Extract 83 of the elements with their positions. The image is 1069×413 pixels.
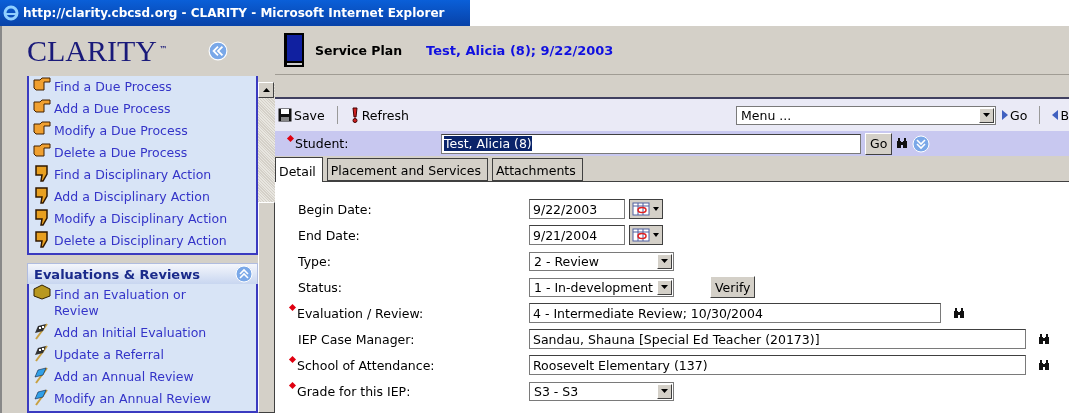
thumbs-down-icon bbox=[33, 164, 51, 183]
menu-link[interactable]: Delete a Disciplinary Action bbox=[33, 230, 256, 253]
trademark-mark: ™ bbox=[159, 45, 167, 55]
go-button[interactable]: Go bbox=[1002, 107, 1028, 123]
select-field[interactable]: 2 - Review bbox=[529, 251, 674, 271]
dropdown-icon[interactable] bbox=[661, 389, 668, 393]
thumbs-down-icon bbox=[33, 230, 51, 249]
dropdown-icon[interactable] bbox=[983, 113, 991, 117]
menu-link[interactable]: Delete a Due Process bbox=[33, 142, 256, 165]
date-field[interactable]: 9/22/2003 bbox=[529, 199, 625, 219]
book-icon bbox=[283, 32, 305, 68]
menu-link[interactable]: Modify an Annual Review bbox=[33, 388, 256, 410]
menu-link[interactable]: Find a Disciplinary Action bbox=[33, 164, 256, 187]
menu-link[interactable]: Add a Disciplinary Action bbox=[33, 186, 256, 209]
binoculars-icon[interactable] bbox=[953, 307, 965, 319]
field-label: Student: bbox=[295, 136, 349, 151]
binoculars-icon[interactable] bbox=[1038, 359, 1050, 371]
page-subtitle: Test, Alicia (8); 9/22/2003 bbox=[426, 42, 614, 58]
logo: CLARITY bbox=[27, 34, 157, 69]
menu-link[interactable]: Modify a Disciplinary Action bbox=[33, 208, 256, 231]
pointing-hand-icon bbox=[33, 98, 51, 115]
page-title: Service Plan bbox=[315, 42, 403, 58]
select-field[interactable]: S3 - S3 bbox=[529, 381, 674, 401]
menu-link[interactable]: Update a Referral bbox=[33, 344, 256, 366]
menu-link[interactable]: Find an Evaluation or Review bbox=[33, 284, 256, 322]
calendar-icon[interactable] bbox=[629, 199, 663, 219]
field-label: Grade for this IEP: bbox=[297, 383, 411, 399]
required-mark bbox=[286, 134, 295, 142]
field-label: IEP Case Manager: bbox=[298, 331, 415, 347]
menu-link[interactable]: Modify a Due Process bbox=[33, 120, 256, 143]
field-label: End Date: bbox=[298, 227, 360, 243]
go-button[interactable]: Go bbox=[865, 132, 893, 155]
thumbs-down-icon bbox=[33, 208, 51, 227]
up-arrow-icon bbox=[262, 88, 270, 92]
scrollbar[interactable] bbox=[258, 82, 275, 413]
binoculars-icon[interactable] bbox=[896, 138, 909, 149]
flag-icon bbox=[33, 366, 51, 384]
section-title: Evaluations & Reviews bbox=[34, 266, 200, 282]
tab[interactable]: Detail bbox=[275, 157, 323, 182]
text-field[interactable]: Roosevelt Elementary (137) bbox=[529, 355, 1026, 375]
field-label: Evaluation / Review: bbox=[297, 305, 424, 321]
student-field[interactable]: Test, Alicia (8) bbox=[441, 133, 861, 154]
tab[interactable]: Placement and Services bbox=[326, 158, 488, 181]
menu-link[interactable]: Add an Initial Evaluation bbox=[33, 322, 256, 344]
section-header[interactable]: Evaluations & Reviews bbox=[27, 263, 258, 284]
window-title: http://clarity.cbcsd.org - CLARITY - Microsoft Internet Explorer bbox=[23, 6, 445, 20]
menu-link[interactable]: Find a Due Process bbox=[33, 76, 256, 99]
required-mark bbox=[288, 381, 297, 390]
save-button[interactable]: Save bbox=[278, 107, 325, 123]
required-mark bbox=[288, 355, 297, 364]
browser-icon bbox=[3, 5, 19, 21]
dropdown-icon[interactable] bbox=[661, 259, 668, 263]
text-field[interactable]: 4 - Intermediate Review; 10/30/2004 bbox=[529, 303, 941, 323]
thumbs-down-icon bbox=[33, 186, 51, 205]
field-label: Type: bbox=[298, 253, 331, 269]
field-label: School of Attendance: bbox=[297, 357, 435, 373]
tab[interactable]: Attachments bbox=[491, 158, 583, 181]
field-label: Status: bbox=[298, 279, 343, 295]
exclamation-icon bbox=[349, 107, 360, 123]
select-field[interactable]: 1 - In-development bbox=[529, 277, 674, 297]
verify-button[interactable]: Verify bbox=[710, 276, 756, 298]
back-button[interactable]: B bbox=[1052, 107, 1069, 123]
menu-dropdown[interactable]: Menu ... bbox=[736, 105, 997, 125]
binoculars-icon[interactable] bbox=[1038, 333, 1050, 345]
checkered-flag-icon bbox=[33, 344, 51, 362]
right-arrow-icon bbox=[1002, 110, 1009, 120]
checkered-flag-icon bbox=[33, 322, 51, 340]
left-arrow-icon bbox=[1052, 110, 1059, 120]
refresh-button[interactable]: Refresh bbox=[349, 107, 409, 123]
pointing-hand-icon bbox=[33, 76, 51, 93]
required-mark bbox=[288, 303, 297, 312]
dropdown-icon[interactable] bbox=[661, 285, 668, 289]
menu-link[interactable]: Add an Annual Review bbox=[33, 366, 256, 388]
pointing-hand-icon bbox=[33, 120, 51, 137]
scroll-thumb[interactable] bbox=[258, 202, 275, 413]
pointing-hand-icon bbox=[33, 142, 51, 159]
flag-icon bbox=[33, 388, 51, 406]
calendar-icon[interactable] bbox=[629, 225, 663, 245]
menu-link[interactable]: Add a Due Process bbox=[33, 98, 256, 121]
text-field[interactable]: Sandau, Shauna [Special Ed Teacher (20173)] bbox=[529, 329, 1026, 349]
date-field[interactable]: 9/21/2004 bbox=[529, 225, 625, 245]
field-label: Begin Date: bbox=[298, 201, 372, 217]
scroll-up-button[interactable] bbox=[258, 82, 274, 98]
